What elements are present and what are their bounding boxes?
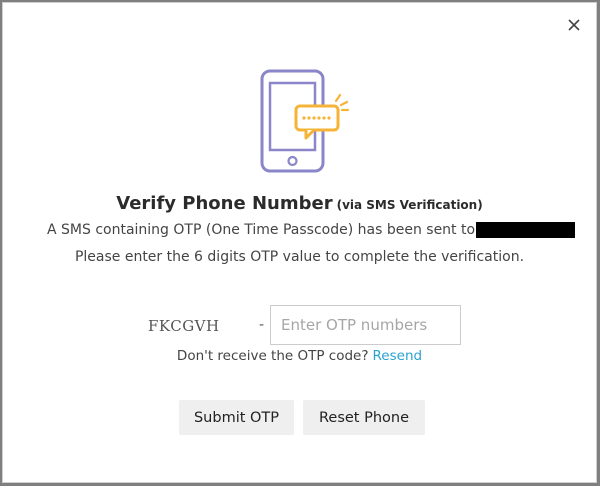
- sms-sent-message: A SMS containing OTP (One Time Passcode)…: [47, 222, 576, 238]
- verify-phone-dialog: Verify Phone Number (via SMS Verification…: [2, 2, 597, 483]
- submit-otp-button[interactable]: Submit OTP: [179, 400, 294, 435]
- close-button[interactable]: [564, 15, 584, 35]
- redacted-phone-number: [476, 222, 576, 238]
- close-icon: [568, 19, 580, 31]
- sms-sent-text: A SMS containing OTP (One Time Passcode)…: [47, 222, 476, 238]
- title-note: (via SMS Verification): [336, 198, 483, 212]
- otp-separator: -: [259, 317, 265, 333]
- otp-input[interactable]: [270, 305, 461, 345]
- resend-link[interactable]: Resend: [373, 348, 423, 364]
- resend-prompt-text: Don't receive the OTP code?: [176, 348, 369, 364]
- phone-sms-icon: [260, 69, 350, 173]
- dialog-title: Verify Phone Number (via SMS Verification…: [3, 193, 596, 214]
- captcha-code: FKCGVH: [148, 317, 220, 335]
- resend-prompt: Don't receive the OTP code? Resend: [3, 348, 596, 364]
- instruction-text: Please enter the 6 digits OTP value to c…: [74, 249, 525, 265]
- reset-phone-button[interactable]: Reset Phone: [303, 400, 425, 435]
- title-text: Verify Phone Number: [116, 193, 333, 214]
